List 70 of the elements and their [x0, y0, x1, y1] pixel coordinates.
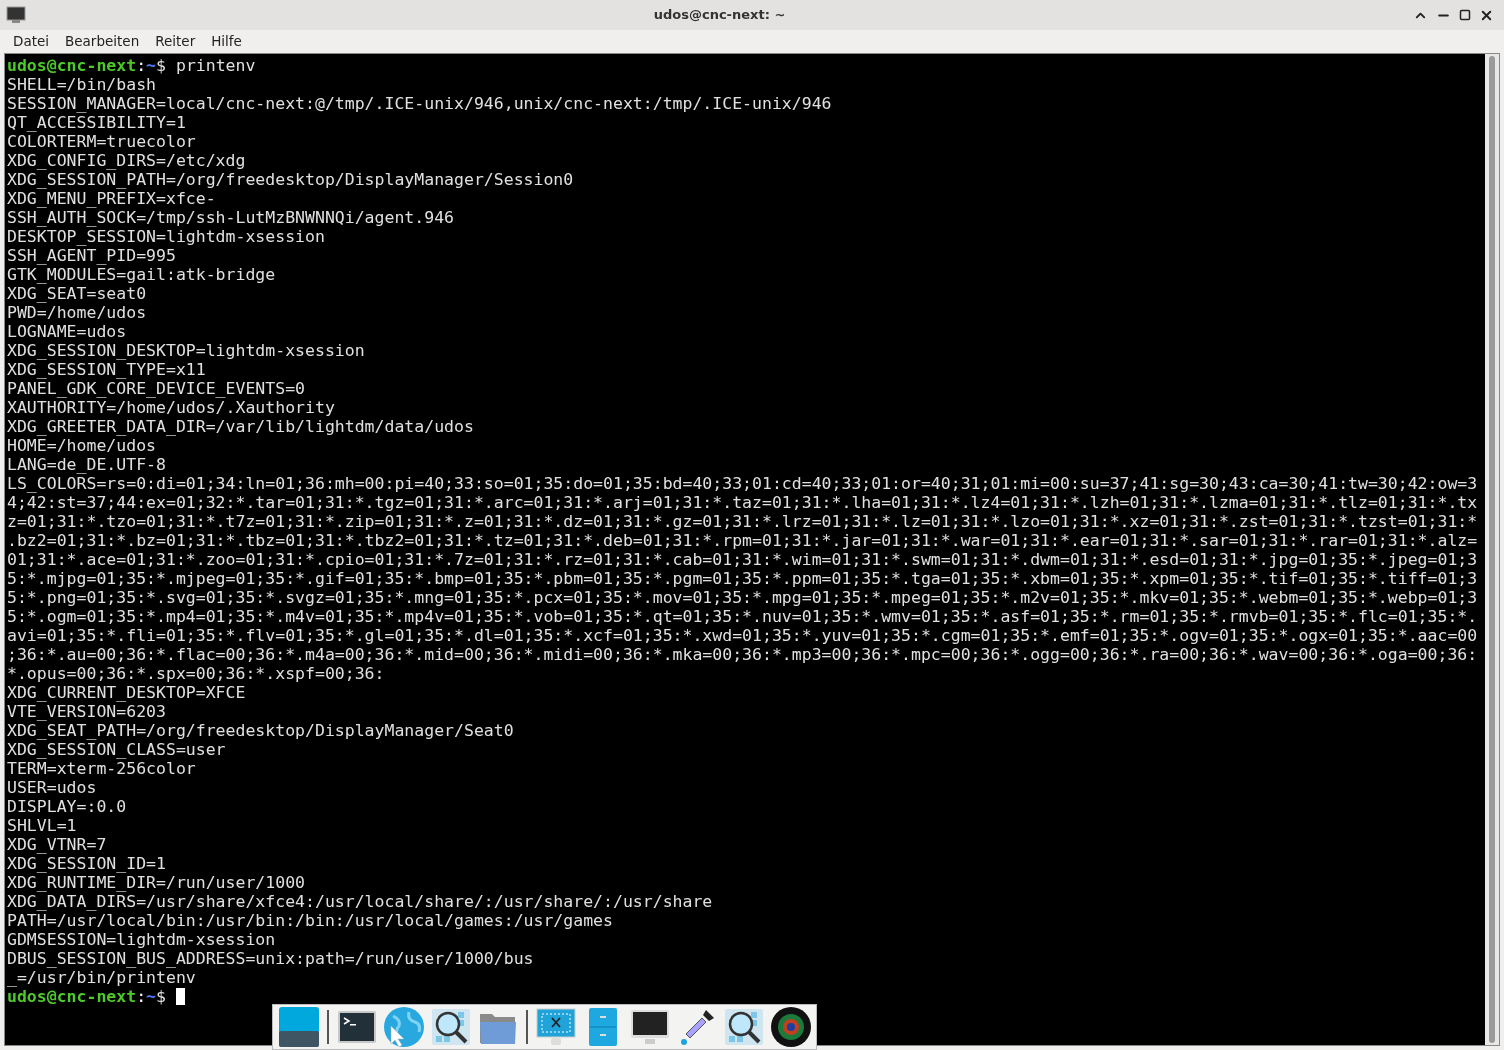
output-line: USER=udos [7, 778, 97, 797]
output-line: XDG_SESSION_PATH=/org/freedesktop/DisplayManager/Session0 [7, 170, 574, 189]
output-line: XDG_DATA_DIRS=/usr/share/xfce4:/usr/local/share/:/usr/share/:/usr/share [7, 892, 713, 911]
output-line: XDG_GREETER_DATA_DIR=/var/lib/lightdm/data/udos [7, 417, 474, 436]
output-line: TERM=xterm-256color [7, 759, 196, 778]
output-line: LS_COLORS=rs=0:di=01;34:ln=01;36:mh=00:pi=40;33:so=01;35:do=01;35:bd=40;33;01:cd=40;33;01:or=40;31;01:mi=00:su=37;41:sg=30;43:ca=30;41:tw=30;42:ow=3 [7, 474, 1478, 493]
command-text: printenv [175, 56, 256, 75]
output-line: COLORTERM=truecolor [7, 132, 196, 151]
output-line: LOGNAME=udos [7, 322, 127, 341]
output-line: 4;42:st=37;44:ex=01;32:*.tar=01;31:*.tgz=01;31:*.arc=01;31:*.arj=01;31:*.taz=01;31:*.lha=01;31:*.lz4=01;31:*.lzh=01;31:*.lzma=01;31:*.tlz=01;31:*.tx [7, 493, 1478, 512]
output-line: SSH_AUTH_SOCK=/tmp/ssh-LutMzBNWNNQi/agent.946 [7, 208, 455, 227]
camera-lens-icon[interactable] [769, 1006, 812, 1048]
output-line: 5:*.mjpg=01;35:*.mjpeg=01;35:*.gif=01;35:*.bmp=01;35:*.pbm=01;35:*.pgm=01;35:*.ppm=01;35:*.tga=01;35:*.xbm=01;35:*.xpm=01;35:*.tif=01;35:*.tiff=01;3 [7, 569, 1478, 588]
prompt-path: ~ [146, 987, 156, 1006]
output-line: 5:*.png=01;35:*.svg=01;35:*.svgz=01;35:*.mng=01;35:*.pcx=01;35:*.mov=01;35:*.mpg=01;35:*.mpeg=01;35:*.m2v=01;35:*.mkv=01;35:*.webm=01;35:*.webp=01;3 [7, 588, 1478, 607]
output-line: _=/usr/bin/printenv [7, 968, 196, 987]
output-line: GTK_MODULES=gail:atk-bridge [7, 265, 276, 284]
menu-item[interactable]: Bearbeiten [57, 31, 148, 52]
terminal-app-icon [6, 6, 26, 24]
output-line: XDG_VTNR=7 [7, 835, 107, 854]
output-line: XDG_RUNTIME_DIR=/run/user/1000 [7, 873, 305, 892]
output-line: PANEL_GDK_CORE_DEVICE_EVENTS=0 [7, 379, 305, 398]
monitor-scissors-icon[interactable] [534, 1006, 577, 1048]
output-line: PWD=/home/udos [7, 303, 147, 322]
output-line: z=01;31:*.tzo=01;31:*.t7z=01;31:*.zip=01;31:*.z=01;31:*.dz=01;31:*.gz=01;31:*.lrz=01;31:*.lz=01;31:*.lzo=01;31:*.xz=01;31:*.zst=01;31:*.tzst=01;31:* [7, 512, 1478, 531]
output-line: XDG_CONFIG_DIRS=/etc/xdg [7, 151, 246, 170]
output-line: XDG_SEAT=seat0 [7, 284, 147, 303]
output-line: LANG=de_DE.UTF-8 [7, 455, 166, 474]
output-line: avi=01;35:*.fli=01;35:*.flv=01;35:*.gl=01;35:*.dl=01;35:*.xcf=01;35:*.xwd=01;35:*.yuv=01;35:*.cgm=01;35:*.emf=01;35:*.ogv=01;35:*.ogx=01;35:*.aac=00 [7, 626, 1478, 645]
prompt-user: udos@cnc-next [7, 987, 137, 1006]
output-line: VTE_VERSION=6203 [7, 702, 166, 721]
output-line: 01;31:*.ace=01;31:*.zoo=01;31:*.cpio=01;31:*.7z=01;31:*.rz=01;31:*.cab=01;31:*.wim=01;31:*.swm=01;31:*.dwm=01;31:*.esd=01;31:*.jpg=01;35:*.jpeg=01;3 [7, 550, 1478, 569]
prompt-symbol: $ [156, 56, 166, 75]
scrollbar[interactable] [1485, 54, 1499, 1045]
output-line: DBUS_SESSION_BUS_ADDRESS=unix:path=/run/user/1000/bus [7, 949, 534, 968]
output-line: SSH_AGENT_PID=995 [7, 246, 176, 265]
output-line: HOME=/home/udos [7, 436, 156, 455]
output-line: XDG_SEAT_PATH=/org/freedesktop/DisplayManager/Seat0 [7, 721, 514, 740]
output-line: 5:*.ogm=01;35:*.mp4=01;35:*.m4v=01;35:*.mp4v=01;35:*.vob=01;35:*.qt=01;35:*.nuv=01;35:*.wmv=01;35:*.asf=01;35:*.rm=01;35:*.rmvb=01;35:*.flc=01;35:*. [7, 607, 1478, 626]
magnifier-icon[interactable] [722, 1006, 765, 1048]
output-line: .bz2=01;31:*.bz=01;31:*.tbz=01;31:*.tbz2=01;31:*.tz=01;31:*.deb=01;31:*.rpm=01;31:*.jar=01;31:*.war=01;31:*.ear=01;31:*.sar=01;31:*.rar=01;31:*.alz= [7, 531, 1478, 550]
output-line: XAUTHORITY=/home/udos/.Xauthority [7, 398, 335, 417]
menu-item[interactable]: Reiter [147, 31, 204, 52]
output-line: PATH=/usr/local/bin:/usr/bin:/bin:/usr/local/games:/usr/games [7, 911, 613, 930]
magnifier-icon[interactable] [429, 1006, 472, 1048]
output-line: DISPLAY=:0.0 [7, 797, 127, 816]
output-line: DESKTOP_SESSION=lightdm-xsession [7, 227, 325, 246]
output-line: XDG_SESSION_DESKTOP=lightdm-xsession [7, 341, 365, 360]
output-line: *.opus=00;36:*.spx=00;36:*.xspf=00;36: [7, 664, 385, 683]
output-line: XDG_MENU_PREFIX=xfce- [7, 189, 216, 208]
prompt-path: ~ [146, 56, 156, 75]
prompt-separator: : [136, 987, 147, 1006]
prompt-separator: : [136, 56, 147, 75]
prompt-user: udos@cnc-next [7, 56, 137, 75]
prompt-symbol: $ [156, 987, 166, 1006]
menu-item[interactable]: Hilfe [203, 31, 250, 52]
window-title: udos@cnc-next: ~ [653, 6, 786, 25]
output-line: XDG_CURRENT_DESKTOP=XFCE [7, 683, 246, 702]
output-line: XDG_SESSION_CLASS=user [7, 740, 226, 759]
output-line: GDMSESSION=lightdm-xsession [7, 930, 276, 949]
maximize-icon[interactable] [1459, 9, 1471, 21]
output-line: XDG_SESSION_TYPE=x11 [7, 360, 206, 379]
output-line: SESSION_MANAGER=local/cnc-next:@/tmp/.ICE-unix/946,unix/cnc-next:/tmp/.ICE-unix/946 [7, 94, 832, 113]
output-line: SHLVL=1 [7, 816, 77, 835]
output-line: XDG_SESSION_ID=1 [7, 854, 166, 873]
output-line: SHELL=/bin/bash [7, 75, 156, 94]
output-line: ;36:*.au=00;36:*.flac=00;36:*.m4a=00;36:*.mid=00;36:*.midi=00;36:*.mka=00;36:*.mp3=00;36:*.mpc=00;36:*.ogg=00;36:*.ra=00;36:*.wav=00;36:*.oga=00;36: [7, 645, 1478, 664]
menu-item[interactable]: Datei [5, 31, 58, 52]
desktop-tile-icon[interactable] [277, 1006, 320, 1048]
output-line: QT_ACCESSIBILITY=1 [7, 113, 186, 132]
